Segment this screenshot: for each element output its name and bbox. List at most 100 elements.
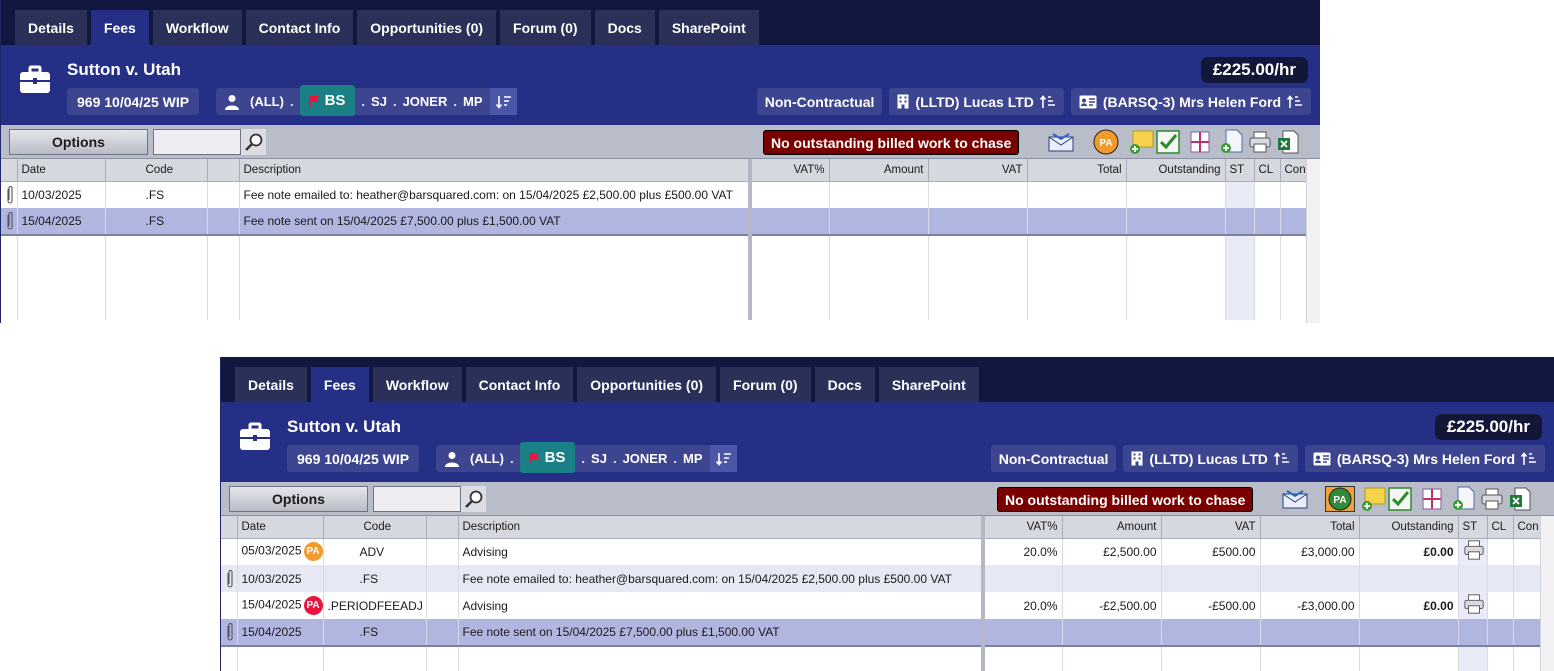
tab-opportunities[interactable]: Opportunities (0) [577, 367, 717, 402]
table-row[interactable]: 15/04/2025 .FS Fee note sent on 15/04/20… [221, 619, 1542, 647]
printer-icon[interactable] [1463, 593, 1485, 615]
column-total[interactable]: Total [1027, 159, 1127, 182]
column-date[interactable]: Date [237, 516, 324, 539]
team-all[interactable]: (ALL) [470, 451, 504, 466]
wip-chip[interactable]: 969 10/04/25 WIP [287, 445, 420, 472]
team-all[interactable]: (ALL) [250, 94, 284, 109]
paperclip-icon[interactable] [225, 569, 235, 589]
grid-icon[interactable] [1187, 129, 1213, 155]
sort-asc-icon[interactable] [1039, 94, 1056, 109]
table-row[interactable]: 05/03/2025 PA ADV Advising 20.0% £2,500.0… [221, 538, 1542, 565]
column-cl[interactable]: CL [1254, 159, 1281, 182]
printer-icon[interactable] [1247, 129, 1273, 155]
sort-asc-icon[interactable] [1273, 451, 1290, 466]
table-row[interactable]: 10/03/2025 .FS Fee note emailed to: heat… [221, 565, 1542, 592]
team-member-mp[interactable]: MP [463, 94, 483, 109]
tab-details[interactable]: Details [235, 367, 307, 402]
tab-forum[interactable]: Forum (0) [500, 10, 591, 45]
column-total[interactable]: Total [1260, 516, 1360, 539]
team-member-bs[interactable]: BS [519, 442, 576, 473]
new-document-icon[interactable] [1219, 129, 1245, 155]
options-button[interactable]: Options [229, 486, 368, 512]
tab-contact-info[interactable]: Contact Info [465, 367, 574, 402]
paperclip-icon[interactable] [5, 211, 15, 231]
company-chip[interactable]: (LLTD) Lucas LTD [1123, 445, 1298, 472]
team-member-sj[interactable]: SJ [371, 94, 387, 109]
column-amount[interactable]: Amount [829, 159, 929, 182]
column-con[interactable]: Con [1513, 516, 1542, 539]
search-icon[interactable] [460, 486, 486, 512]
pa-badge-icon[interactable]: PA [303, 542, 323, 562]
table-row[interactable]: 10/03/2025 .FS Fee note emailed to: heat… [1, 181, 1308, 208]
paperclip-icon[interactable] [5, 185, 15, 205]
tab-opportunities[interactable]: Opportunities (0) [357, 10, 497, 45]
contact-chip[interactable]: (BARSQ-3) Mrs Helen Ford [1070, 88, 1311, 115]
grid-icon[interactable] [1419, 486, 1445, 512]
team-selector[interactable]: (ALL) . BS . SJ . JONER . MP [216, 85, 518, 116]
tab-fees[interactable]: Fees [310, 367, 369, 402]
wip-chip[interactable]: 969 10/04/25 WIP [67, 88, 200, 115]
pa-icon[interactable]: PA [1325, 486, 1355, 512]
contract-chip[interactable]: Non-Contractual [756, 88, 883, 115]
table-row[interactable]: 15/04/2025 .FS Fee note sent on 15/04/20… [1, 208, 1308, 236]
email-icon[interactable] [1281, 486, 1309, 512]
team-member-joner[interactable]: JONER [623, 451, 668, 466]
options-button[interactable]: Options [9, 129, 148, 155]
tab-details[interactable]: Details [15, 10, 87, 45]
sort-asc-icon[interactable] [1521, 451, 1537, 466]
table-row[interactable]: 15/04/2025 PA .PERIODFEEADJ Advising 20.0… [221, 592, 1542, 619]
column-vat[interactable]: VAT [928, 159, 1028, 182]
tab-fees[interactable]: Fees [90, 10, 149, 45]
column-date[interactable]: Date [17, 159, 106, 182]
team-member-sj[interactable]: SJ [591, 451, 607, 466]
excel-icon[interactable] [1275, 129, 1301, 155]
tab-workflow[interactable]: Workflow [152, 10, 242, 45]
paperclip-icon[interactable] [225, 622, 235, 642]
contract-chip[interactable]: Non-Contractual [990, 445, 1117, 472]
team-member-joner[interactable]: JONER [403, 94, 448, 109]
printer-icon[interactable] [1479, 486, 1505, 512]
sort-desc-icon[interactable] [710, 445, 738, 472]
column-amount[interactable]: Amount [1062, 516, 1162, 539]
pa-icon[interactable]: PA [1089, 129, 1123, 155]
printer-icon[interactable] [1463, 539, 1485, 561]
contact-chip[interactable]: (BARSQ-3) Mrs Helen Ford [1304, 445, 1545, 472]
sort-desc-icon[interactable] [490, 88, 518, 115]
new-note-icon[interactable] [1361, 486, 1387, 512]
column-vat-pct[interactable]: VAT% [750, 159, 830, 182]
column-description[interactable]: Description [239, 159, 752, 182]
team-member-mp[interactable]: MP [683, 451, 703, 466]
vertical-scrollbar[interactable] [1540, 516, 1554, 671]
tab-docs[interactable]: Docs [594, 10, 655, 45]
column-vat-pct[interactable]: VAT% [983, 516, 1063, 539]
tab-workflow[interactable]: Workflow [372, 367, 462, 402]
team-selector[interactable]: (ALL) . BS . SJ . JONER . MP [436, 442, 738, 473]
search-icon[interactable] [240, 129, 266, 155]
sort-asc-icon[interactable] [1287, 94, 1303, 109]
new-document-icon[interactable] [1451, 486, 1477, 512]
checkmark-icon[interactable] [1387, 486, 1413, 512]
column-code[interactable]: Code [105, 159, 208, 182]
tab-sharepoint[interactable]: SharePoint [878, 367, 979, 402]
tab-sharepoint[interactable]: SharePoint [658, 10, 759, 45]
column-cl[interactable]: CL [1487, 516, 1514, 539]
excel-icon[interactable] [1507, 486, 1533, 512]
column-outstanding[interactable]: Outstanding [1359, 516, 1459, 539]
column-st[interactable]: ST [1458, 516, 1488, 539]
vertical-scrollbar[interactable] [1306, 159, 1320, 323]
column-con[interactable]: Con [1280, 159, 1308, 182]
email-icon[interactable] [1047, 129, 1075, 155]
new-note-icon[interactable] [1129, 129, 1155, 155]
column-vat[interactable]: VAT [1161, 516, 1261, 539]
checkmark-icon[interactable] [1155, 129, 1181, 155]
team-member-bs[interactable]: BS [299, 85, 356, 116]
company-chip[interactable]: (LLTD) Lucas LTD [889, 88, 1064, 115]
column-outstanding[interactable]: Outstanding [1126, 159, 1226, 182]
column-code[interactable]: Code [323, 516, 427, 539]
pa-badge-icon[interactable]: PA [303, 596, 323, 615]
tab-docs[interactable]: Docs [814, 367, 875, 402]
tab-forum[interactable]: Forum (0) [720, 367, 811, 402]
column-st[interactable]: ST [1225, 159, 1255, 182]
column-description[interactable]: Description [458, 516, 985, 539]
tab-contact-info[interactable]: Contact Info [245, 10, 354, 45]
